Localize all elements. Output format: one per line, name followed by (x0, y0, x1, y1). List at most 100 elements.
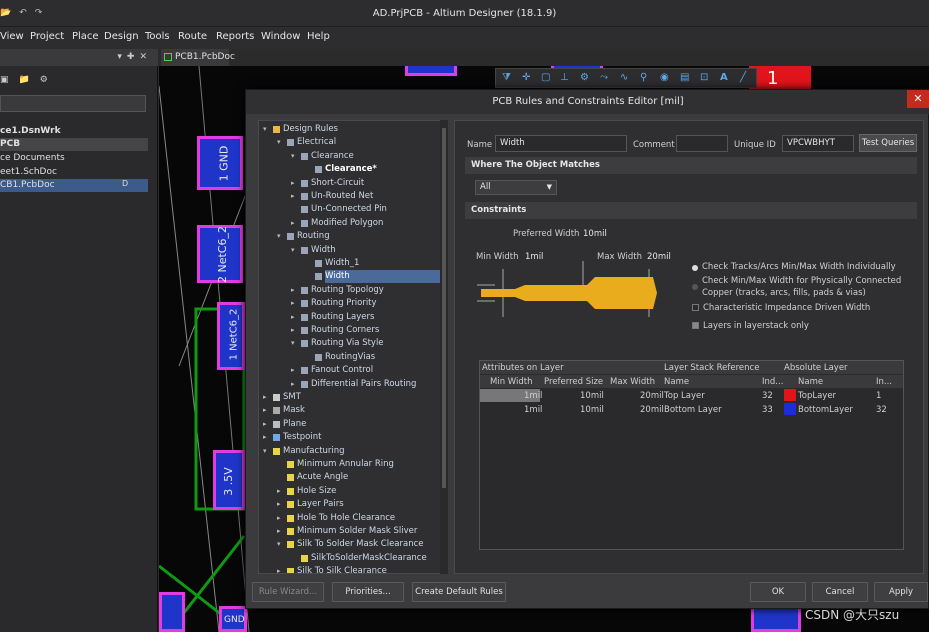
polygon-icon[interactable]: ⊡ (700, 72, 708, 83)
expand-arrow-icon[interactable]: ▾ (291, 246, 295, 254)
tree-node[interactable]: Silk To Solder Mask Clearance (297, 538, 424, 551)
diff-pair-icon[interactable]: ∿ (620, 72, 628, 83)
tree-node[interactable]: Width_1 (325, 257, 359, 270)
col-min-width[interactable]: Min Width (490, 377, 532, 387)
tree-node[interactable]: Un-Connected Pin (311, 203, 387, 216)
cell-max[interactable]: 20mil (640, 391, 664, 401)
menu-project[interactable]: Project (30, 31, 64, 42)
tree-node[interactable]: Routing Priority (311, 297, 377, 310)
tree-node[interactable]: Routing Corners (311, 324, 379, 337)
tree-node[interactable]: Differential Pairs Routing (311, 378, 416, 391)
menu-reports[interactable]: Reports (216, 31, 254, 42)
component-icon[interactable]: ⚙ (580, 72, 589, 83)
menu-help[interactable]: Help (307, 31, 330, 42)
tree-node[interactable]: Testpoint (283, 431, 321, 444)
rule-wizard-button[interactable]: Rule Wizard... (252, 582, 324, 602)
unique-id-input[interactable]: VPCWBHYT (782, 135, 854, 152)
pad[interactable]: 1 GND (197, 136, 243, 190)
expand-arrow-icon[interactable]: ▾ (291, 152, 295, 160)
collapse-arrow-icon[interactable]: ▸ (291, 286, 295, 294)
menu-design[interactable]: Design (104, 31, 139, 42)
tree-node[interactable]: Silk To Silk Clearance (297, 565, 387, 573)
menu-window[interactable]: Window (261, 31, 300, 42)
fill-icon[interactable]: ▤ (680, 72, 689, 83)
expand-arrow-icon[interactable]: ▾ (277, 540, 281, 548)
pad[interactable] (751, 606, 801, 632)
create-default-rules-button[interactable]: Create Default Rules (412, 582, 506, 602)
priorities-button[interactable]: Priorities... (332, 582, 404, 602)
tree-node[interactable]: Un-Routed Net (311, 190, 373, 203)
tree-node[interactable]: Mask (283, 404, 305, 417)
comment-input[interactable] (676, 135, 728, 152)
radio-check-individually[interactable] (692, 265, 698, 271)
test-queries-button[interactable]: Test Queries (859, 134, 917, 152)
tree-node[interactable]: Electrical (297, 136, 336, 149)
tree-node[interactable]: Hole Size (297, 485, 336, 498)
menu-place[interactable]: Place (72, 31, 99, 42)
pad[interactable]: GND (219, 606, 247, 632)
pad[interactable] (405, 66, 457, 76)
menu-tools[interactable]: Tools (145, 31, 170, 42)
tree-node[interactable]: Manufacturing (283, 445, 345, 458)
move-icon[interactable]: ✛ (522, 72, 530, 83)
panel-controls-icon[interactable]: ▾✚✕ (117, 52, 152, 62)
pin-icon[interactable]: ⚲ (640, 72, 647, 83)
tree-node[interactable]: Routing (297, 230, 330, 243)
tree-node[interactable]: Short-Circuit (311, 177, 364, 190)
expand-arrow-icon[interactable]: ▾ (277, 138, 281, 146)
collapse-arrow-icon[interactable]: ▸ (291, 326, 295, 334)
ok-button[interactable]: OK (750, 582, 806, 602)
collapse-arrow-icon[interactable]: ▸ (291, 299, 295, 307)
col-name[interactable]: Name (664, 377, 689, 387)
collapse-arrow-icon[interactable]: ▸ (291, 380, 295, 388)
tree-node[interactable]: Fanout Control (311, 364, 373, 377)
col-abs-index[interactable]: In... (876, 377, 892, 387)
collapse-arrow-icon[interactable]: ▸ (291, 219, 295, 227)
tree-scrollbar[interactable] (440, 120, 448, 574)
collapse-arrow-icon[interactable]: ▸ (291, 313, 295, 321)
tree-node[interactable]: Routing Topology (311, 284, 384, 297)
col-abs-name[interactable]: Name (798, 377, 823, 387)
line-icon[interactable]: ╱ (740, 72, 746, 83)
tree-node[interactable]: Layer Pairs (297, 498, 344, 511)
pad[interactable]: 2 NetC6_2 (197, 225, 243, 283)
tree-node[interactable]: Acute Angle (297, 471, 348, 484)
panel-toolbar-icons[interactable]: ▣📁⚙ (0, 75, 58, 85)
tree-node[interactable]: Clearance* (325, 163, 377, 176)
tree-node[interactable]: Width (325, 270, 447, 284)
text-icon[interactable]: A (720, 72, 728, 83)
tree-node[interactable]: SilkToSolderMaskClearance (311, 552, 427, 565)
pad[interactable] (159, 592, 185, 632)
col-preferred-size[interactable]: Preferred Size (544, 377, 603, 387)
cell-min[interactable]: 1mil (524, 405, 542, 415)
select-icon[interactable]: ▢ (541, 72, 550, 83)
cell-pref[interactable]: 10mil (580, 391, 604, 401)
expand-arrow-icon[interactable]: ▾ (263, 447, 267, 455)
via-icon[interactable]: ◉ (660, 72, 669, 83)
tree-node[interactable]: RoutingVias (325, 351, 375, 364)
tree-node[interactable]: Minimum Annular Ring (297, 458, 394, 471)
collapse-arrow-icon[interactable]: ▸ (291, 179, 295, 187)
close-button[interactable]: ✕ (907, 90, 929, 108)
col-max-width[interactable]: Max Width (610, 377, 655, 387)
tree-node[interactable]: Clearance (311, 150, 354, 163)
impedance-checkbox[interactable] (692, 304, 699, 311)
cell-pref[interactable]: 10mil (580, 405, 604, 415)
expand-arrow-icon[interactable]: ▾ (277, 232, 281, 240)
col-index[interactable]: Ind... (762, 377, 783, 387)
tree-node[interactable]: Routing Layers (311, 311, 374, 324)
tree-node[interactable]: Routing Via Style (311, 337, 384, 350)
pad[interactable]: 1 NetC6_2 (217, 302, 245, 370)
route-icon[interactable]: ⤳ (600, 72, 608, 83)
name-input[interactable]: Width (495, 135, 627, 152)
cell-max[interactable]: 20mil (640, 405, 664, 415)
where-select[interactable]: All ▼ (475, 180, 557, 195)
collapse-arrow-icon[interactable]: ▸ (291, 192, 295, 200)
project-item[interactable]: PCB (0, 138, 148, 151)
project-item[interactable]: ce Documents (0, 152, 148, 165)
preferred-width-value[interactable]: 10mil (583, 229, 607, 239)
collapse-arrow-icon[interactable]: ▸ (291, 366, 295, 374)
project-item[interactable]: ce1.DsnWrk (0, 125, 148, 138)
collapse-arrow-icon[interactable]: ▸ (277, 500, 281, 508)
cell-min[interactable]: 1mil (524, 391, 542, 401)
